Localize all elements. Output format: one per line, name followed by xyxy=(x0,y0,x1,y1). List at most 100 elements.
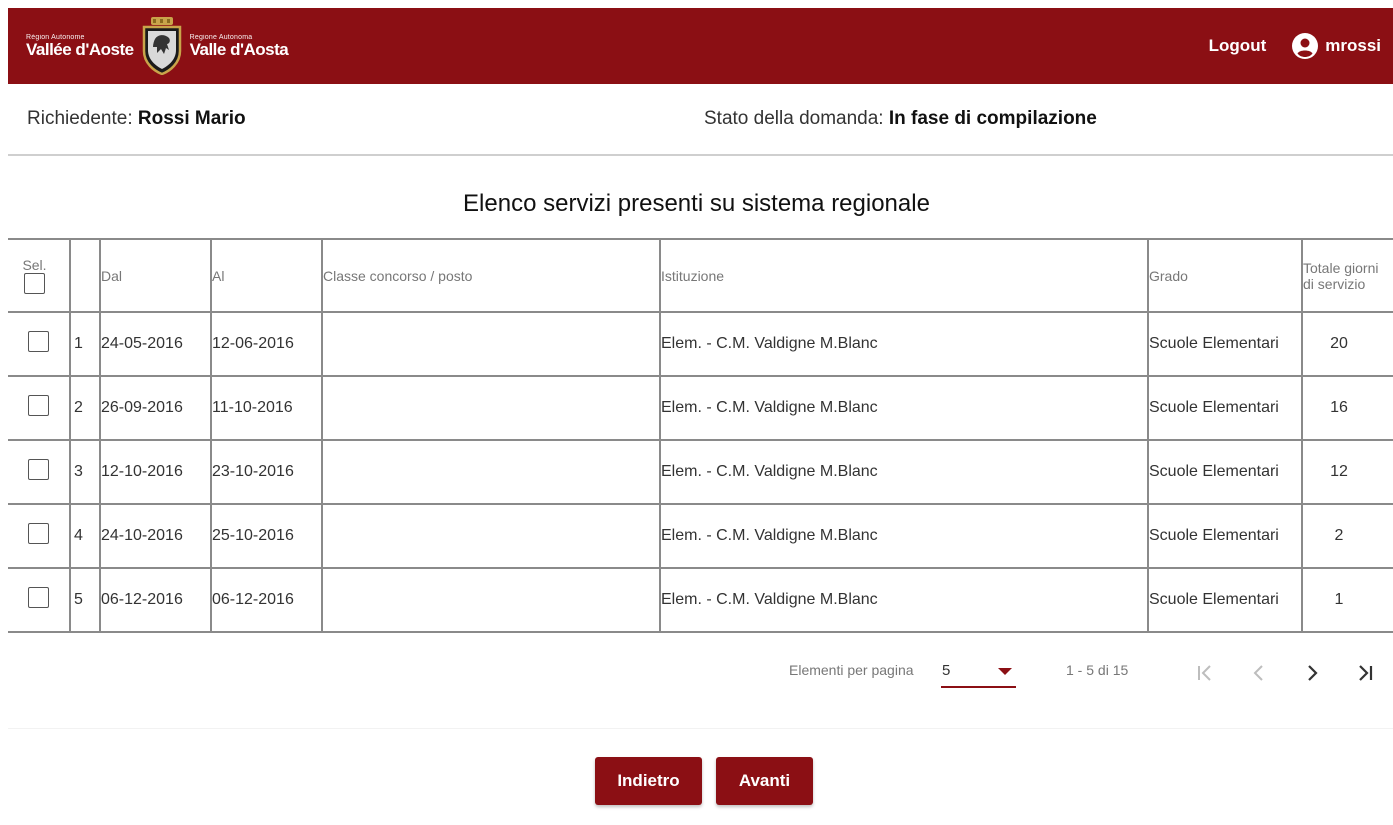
next-button[interactable]: Avanti xyxy=(716,757,813,805)
column-header-istituzione: Istituzione xyxy=(659,238,1148,313)
logo-text-it: Regione Autonoma Valle d'Aosta xyxy=(190,34,289,58)
grado-cell: Scuole Elementari xyxy=(1147,311,1302,377)
back-button[interactable]: Indietro xyxy=(595,757,702,805)
istituzione-cell: Elem. - C.M. Valdigne M.Blanc xyxy=(659,503,1148,569)
sel-cell xyxy=(8,567,70,633)
previous-page-icon xyxy=(1253,665,1263,681)
table-row: 1 24-05-2016 12-06-2016 Elem. - C.M. Val… xyxy=(8,311,1393,377)
al-cell: 23-10-2016 xyxy=(210,439,322,505)
istituzione-cell: Elem. - C.M. Valdigne M.Blanc xyxy=(659,439,1148,505)
column-header-sel: Sel. xyxy=(8,238,70,313)
dal-cell: 12-10-2016 xyxy=(99,439,211,505)
classe-cell xyxy=(321,375,660,441)
status-value: In fase di compilazione xyxy=(888,108,1097,129)
row-checkbox[interactable] xyxy=(28,523,49,544)
table-row: 3 12-10-2016 23-10-2016 Elem. - C.M. Val… xyxy=(8,439,1393,505)
totale-cell: 2 xyxy=(1301,503,1393,569)
column-header-grado: Grado xyxy=(1147,238,1302,313)
istituzione-cell: Elem. - C.M. Valdigne M.Blanc xyxy=(659,375,1148,441)
column-header-classe: Classe concorso / posto xyxy=(321,238,660,313)
sel-cell xyxy=(8,311,70,377)
logout-link[interactable]: Logout xyxy=(1209,36,1267,56)
items-per-page-select[interactable]: 5 xyxy=(941,658,1016,688)
sel-cell xyxy=(8,439,70,505)
next-page-button[interactable] xyxy=(1297,658,1327,688)
column-header-number xyxy=(69,238,100,313)
paginator: Elementi per pagina 5 1 - 5 di 15 xyxy=(0,658,1393,688)
classe-cell xyxy=(321,567,660,633)
row-number: 4 xyxy=(69,503,100,569)
first-page-button[interactable] xyxy=(1190,658,1220,688)
row-checkbox[interactable] xyxy=(28,459,49,480)
grado-cell: Scuole Elementari xyxy=(1147,439,1302,505)
account-circle-icon xyxy=(1292,33,1319,59)
sel-header-label: Sel. xyxy=(22,257,47,273)
grado-cell: Scuole Elementari xyxy=(1147,567,1302,633)
totale-cell: 12 xyxy=(1301,439,1393,505)
footer-separator xyxy=(8,728,1393,729)
first-page-icon xyxy=(1198,665,1211,681)
username: mrossi xyxy=(1325,36,1381,55)
logo-text-it-small: Regione Autonoma xyxy=(189,34,253,41)
column-header-totale: Totale giorni di servizio xyxy=(1301,238,1393,313)
al-cell: 25-10-2016 xyxy=(210,503,322,569)
dal-cell: 24-05-2016 xyxy=(99,311,211,377)
dal-cell: 06-12-2016 xyxy=(99,567,211,633)
row-number: 5 xyxy=(69,567,100,633)
classe-cell xyxy=(321,503,660,569)
select-all-checkbox[interactable] xyxy=(24,273,45,294)
row-number: 2 xyxy=(69,375,100,441)
sel-cell xyxy=(8,503,70,569)
table-header-row: Sel. Dal Al Classe concorso / posto Isti… xyxy=(8,238,1393,313)
table-row: 5 06-12-2016 06-12-2016 Elem. - C.M. Val… xyxy=(8,567,1393,633)
al-cell: 06-12-2016 xyxy=(210,567,322,633)
row-checkbox[interactable] xyxy=(28,395,49,416)
column-header-al: Al xyxy=(210,238,322,313)
logo-text-fr-big: Vallée d'Aoste xyxy=(26,40,134,59)
status-label: Stato della domanda: xyxy=(704,108,889,129)
istituzione-cell: Elem. - C.M. Valdigne M.Blanc xyxy=(659,567,1148,633)
last-page-icon xyxy=(1359,665,1373,681)
items-per-page-value: 5 xyxy=(942,662,951,679)
requester-info: Richiedente: Rossi Mario xyxy=(27,108,246,130)
totale-cell: 16 xyxy=(1301,375,1393,441)
page-range-label: 1 - 5 di 15 xyxy=(1066,662,1129,678)
services-table: Sel. Dal Al Classe concorso / posto Isti… xyxy=(8,238,1393,633)
requester-value: Rossi Mario xyxy=(137,108,246,129)
user-area: Logout mrossi xyxy=(1209,8,1381,84)
header-bar: Région Autonome Vallée d'Aoste Regione A… xyxy=(8,8,1393,84)
table-row: 2 26-09-2016 11-10-2016 Elem. - C.M. Val… xyxy=(8,375,1393,441)
row-number: 1 xyxy=(69,311,100,377)
classe-cell xyxy=(321,311,660,377)
info-divider xyxy=(8,154,1393,156)
logo-text-it-big: Valle d'Aosta xyxy=(189,40,289,59)
items-per-page-label: Elementi per pagina xyxy=(789,662,914,678)
table-row: 4 24-10-2016 25-10-2016 Elem. - C.M. Val… xyxy=(8,503,1393,569)
page-title: Elenco servizi presenti su sistema regio… xyxy=(463,190,930,217)
dropdown-arrow-icon xyxy=(998,668,1012,675)
previous-page-button[interactable] xyxy=(1244,658,1274,688)
row-checkbox[interactable] xyxy=(28,331,49,352)
column-header-dal: Dal xyxy=(99,238,211,313)
row-number: 3 xyxy=(69,439,100,505)
user-menu[interactable]: mrossi xyxy=(1292,33,1381,59)
dal-cell: 26-09-2016 xyxy=(99,375,211,441)
region-logo[interactable]: Région Autonome Vallée d'Aoste Regione A… xyxy=(26,8,289,84)
sel-cell xyxy=(8,375,70,441)
next-page-icon xyxy=(1308,665,1318,681)
grado-cell: Scuole Elementari xyxy=(1147,375,1302,441)
application-status: Stato della domanda: In fase di compilaz… xyxy=(704,108,1097,130)
al-cell: 11-10-2016 xyxy=(210,375,322,441)
totale-cell: 20 xyxy=(1301,311,1393,377)
istituzione-cell: Elem. - C.M. Valdigne M.Blanc xyxy=(659,311,1148,377)
crest-icon xyxy=(142,17,181,75)
logo-text-fr: Région Autonome Vallée d'Aoste xyxy=(26,34,134,58)
last-page-button[interactable] xyxy=(1350,658,1380,688)
row-checkbox[interactable] xyxy=(28,587,49,608)
al-cell: 12-06-2016 xyxy=(210,311,322,377)
totale-cell: 1 xyxy=(1301,567,1393,633)
classe-cell xyxy=(321,439,660,505)
grado-cell: Scuole Elementari xyxy=(1147,503,1302,569)
logo-text-fr-small: Région Autonome xyxy=(26,34,85,41)
requester-label: Richiedente: xyxy=(27,108,138,129)
